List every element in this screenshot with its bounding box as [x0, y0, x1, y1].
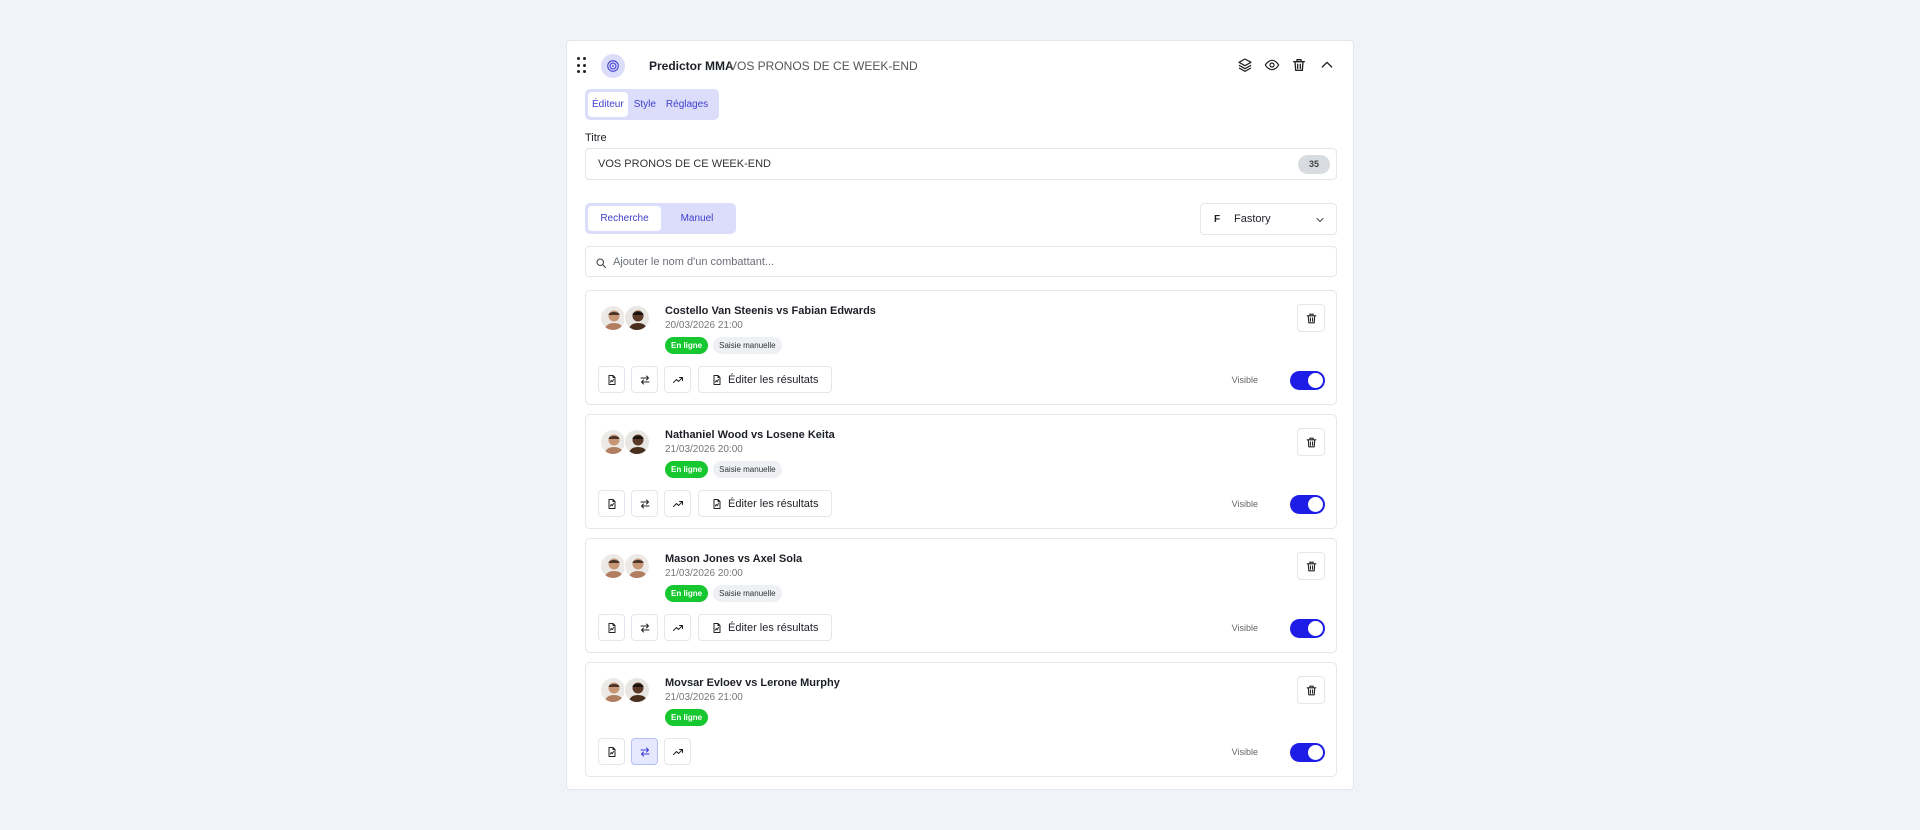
fighter-avatar: [624, 553, 650, 579]
plugin-icon: [601, 54, 625, 78]
search-icon: [595, 256, 607, 274]
visible-label: Visible: [1231, 623, 1258, 633]
fighter-avatar: [600, 305, 626, 331]
chevron-up-icon[interactable]: [1317, 55, 1337, 75]
visible-toggle[interactable]: [1290, 495, 1325, 514]
delete-fight-button[interactable]: [1297, 552, 1325, 580]
status-badge: En ligne: [665, 709, 709, 726]
trend-button[interactable]: [664, 490, 691, 517]
block-header: Predictor MMA VOS PRONOS DE CE WEEK-END: [567, 41, 1353, 91]
fighter-avatar: [624, 429, 650, 455]
fight-date: 21/03/2026 21:00: [665, 692, 743, 703]
edit-results-label: Éditer les résultats: [728, 373, 819, 386]
provider-select[interactable]: F Fastory: [1200, 203, 1337, 235]
drag-handle-icon[interactable]: [577, 57, 587, 75]
edit-results-button[interactable]: Éditer les résultats: [698, 614, 832, 641]
mode-search-button[interactable]: Recherche: [588, 206, 661, 231]
predictor-block: Predictor MMA VOS PRONOS DE CE WEEK-END …: [566, 40, 1354, 790]
file-chart-icon: [711, 374, 723, 386]
file-chart-button[interactable]: [598, 366, 625, 393]
file-chart-button[interactable]: [598, 614, 625, 641]
manual-entry-badge: Saisie manuelle: [713, 337, 782, 354]
fight-badges: En ligne: [665, 709, 709, 726]
file-chart-icon: [711, 498, 723, 510]
fight-title: Nathaniel Wood vs Losene Keita: [665, 429, 835, 441]
fight-date: 21/03/2026 20:00: [665, 568, 743, 579]
fight-badges: En ligne Saisie manuelle: [665, 585, 782, 602]
editor-tabs: Éditeur Style Réglages: [585, 89, 719, 120]
fight-badges: En ligne Saisie manuelle: [665, 337, 782, 354]
trend-button[interactable]: [664, 738, 691, 765]
fight-card: Nathaniel Wood vs Losene Keita 21/03/202…: [585, 414, 1337, 529]
delete-fight-button[interactable]: [1297, 428, 1325, 456]
status-badge: En ligne: [665, 461, 709, 478]
fight-title: Mason Jones vs Axel Sola: [665, 553, 803, 565]
char-count-badge: 35: [1298, 155, 1330, 174]
mode-manual-button[interactable]: Manuel: [661, 206, 733, 231]
chevron-down-icon: [1314, 213, 1326, 231]
status-badge: En ligne: [665, 337, 709, 354]
visible-toggle[interactable]: [1290, 371, 1325, 390]
block-subtitle: VOS PRONOS DE CE WEEK-END: [729, 59, 918, 73]
edit-results-label: Éditer les résultats: [728, 497, 819, 510]
fighter-avatar: [600, 677, 626, 703]
search-input[interactable]: [613, 247, 1313, 276]
file-chart-button[interactable]: [598, 738, 625, 765]
manual-entry-badge: Saisie manuelle: [713, 585, 782, 602]
swap-button[interactable]: [631, 738, 658, 765]
fight-badges: En ligne Saisie manuelle: [665, 461, 782, 478]
fight-title: Costello Van Steenis vs Fabian Edwards: [665, 305, 876, 317]
title-field: 35: [585, 148, 1337, 180]
fight-date: 21/03/2026 20:00: [665, 444, 743, 455]
fighter-avatar: [624, 305, 650, 331]
visible-toggle[interactable]: [1290, 619, 1325, 638]
visible-label: Visible: [1231, 747, 1258, 757]
eye-icon[interactable]: [1262, 55, 1282, 75]
visible-label: Visible: [1231, 375, 1258, 385]
visible-toggle[interactable]: [1290, 743, 1325, 762]
provider-name: Fastory: [1234, 213, 1271, 225]
delete-fight-button[interactable]: [1297, 676, 1325, 704]
title-input[interactable]: [586, 149, 1186, 179]
fight-card: Movsar Evloev vs Lerone Murphy 21/03/202…: [585, 662, 1337, 777]
swap-button[interactable]: [631, 490, 658, 517]
tab-editeur[interactable]: Éditeur: [588, 92, 628, 117]
trend-button[interactable]: [664, 614, 691, 641]
layers-icon[interactable]: [1235, 55, 1255, 75]
fight-card: Costello Van Steenis vs Fabian Edwards 2…: [585, 290, 1337, 405]
title-label: Titre: [585, 132, 607, 144]
swap-button[interactable]: [631, 614, 658, 641]
file-chart-button[interactable]: [598, 490, 625, 517]
mode-toggle: Recherche Manuel: [585, 203, 736, 234]
edit-results-button[interactable]: Éditer les résultats: [698, 366, 832, 393]
tab-style[interactable]: Style: [630, 92, 660, 117]
fight-title: Movsar Evloev vs Lerone Murphy: [665, 677, 840, 689]
fighter-avatar: [624, 677, 650, 703]
fight-card: Mason Jones vs Axel Sola 21/03/2026 20:0…: [585, 538, 1337, 653]
fighter-search: [585, 246, 1337, 277]
edit-results-button[interactable]: Éditer les résultats: [698, 490, 832, 517]
fight-date: 20/03/2026 21:00: [665, 320, 743, 331]
status-badge: En ligne: [665, 585, 709, 602]
manual-entry-badge: Saisie manuelle: [713, 461, 782, 478]
swap-button[interactable]: [631, 366, 658, 393]
trend-button[interactable]: [664, 366, 691, 393]
visible-label: Visible: [1231, 499, 1258, 509]
edit-results-label: Éditer les résultats: [728, 621, 819, 634]
tab-reglages[interactable]: Réglages: [662, 92, 712, 117]
trash-icon[interactable]: [1289, 55, 1309, 75]
block-title: Predictor MMA: [649, 59, 734, 73]
provider-logo: F: [1214, 213, 1221, 225]
delete-fight-button[interactable]: [1297, 304, 1325, 332]
fighter-avatar: [600, 553, 626, 579]
file-chart-icon: [711, 622, 723, 634]
fighter-avatar: [600, 429, 626, 455]
